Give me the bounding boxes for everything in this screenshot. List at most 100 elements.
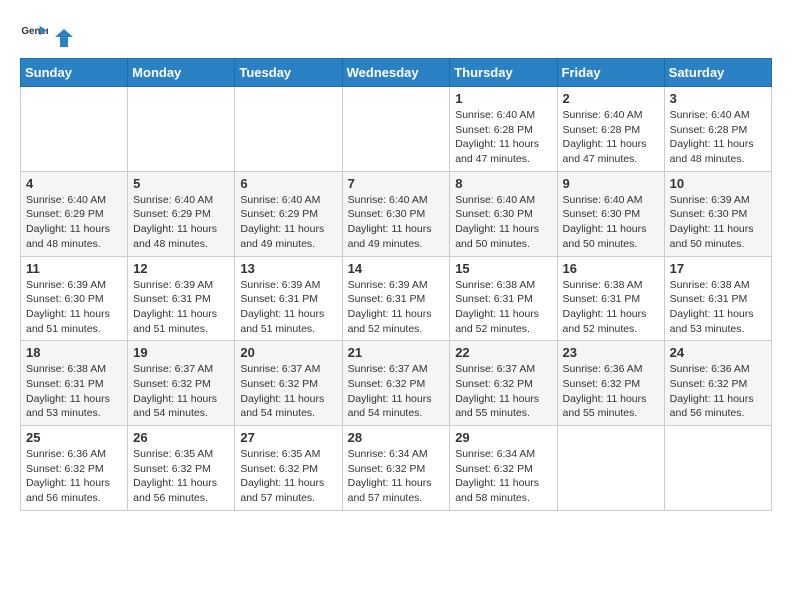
day-info: Sunrise: 6:39 AM Sunset: 6:30 PM Dayligh…: [26, 278, 122, 337]
calendar-cell: 6 Sunrise: 6:40 AM Sunset: 6:29 PM Daylig…: [235, 171, 342, 256]
day-info: Sunrise: 6:35 AM Sunset: 6:32 PM Dayligh…: [240, 447, 336, 506]
weekday-header-sunday: Sunday: [21, 59, 128, 87]
calendar-table: SundayMondayTuesdayWednesdayThursdayFrid…: [20, 58, 772, 511]
calendar-week-row: 18 Sunrise: 6:38 AM Sunset: 6:31 PM Dayli…: [21, 341, 772, 426]
day-info: Sunrise: 6:38 AM Sunset: 6:31 PM Dayligh…: [455, 278, 551, 337]
day-number: 3: [670, 91, 766, 106]
day-number: 16: [563, 261, 659, 276]
day-number: 1: [455, 91, 551, 106]
day-number: 20: [240, 345, 336, 360]
weekday-header-monday: Monday: [128, 59, 235, 87]
calendar-cell: 12Sunrise: 6:39 AM Sunset: 6:31 PM Dayli…: [128, 256, 235, 341]
day-info: Sunrise: 6:38 AM Sunset: 6:31 PM Dayligh…: [26, 362, 122, 421]
calendar-cell: 16 Sunrise: 6:38 AM Sunset: 6:31 PM Dayli…: [557, 256, 664, 341]
day-number: 11: [26, 261, 122, 276]
calendar-cell: 8 Sunrise: 6:40 AM Sunset: 6:30 PM Daylig…: [450, 171, 557, 256]
calendar-cell: 24 Sunrise: 6:36 AM Sunset: 6:32 PM Dayli…: [664, 341, 771, 426]
calendar-week-row: 1 Sunrise: 6:40 AM Sunset: 6:28 PM Daylig…: [21, 87, 772, 172]
day-number: 14: [348, 261, 445, 276]
day-info: Sunrise: 6:40 AM Sunset: 6:28 PM Dayligh…: [563, 108, 659, 167]
calendar-cell: 27 Sunrise: 6:35 AM Sunset: 6:32 PM Dayli…: [235, 426, 342, 511]
day-info: Sunrise: 6:37 AM Sunset: 6:32 PM Dayligh…: [455, 362, 551, 421]
day-number: 26: [133, 430, 229, 445]
calendar-cell: 18 Sunrise: 6:38 AM Sunset: 6:31 PM Dayli…: [21, 341, 128, 426]
logo: General: [20, 20, 76, 48]
page-header: General: [20, 20, 772, 48]
calendar-cell: 9 Sunrise: 6:40 AM Sunset: 6:30 PM Daylig…: [557, 171, 664, 256]
calendar-week-row: 25 Sunrise: 6:36 AM Sunset: 6:32 PM Dayli…: [21, 426, 772, 511]
day-number: 5: [133, 176, 229, 191]
day-number: 13: [240, 261, 336, 276]
day-number: 8: [455, 176, 551, 191]
day-info: Sunrise: 6:39 AM Sunset: 6:31 PM Dayligh…: [133, 278, 229, 337]
day-info: Sunrise: 6:34 AM Sunset: 6:32 PM Dayligh…: [455, 447, 551, 506]
calendar-cell: [342, 87, 450, 172]
day-info: Sunrise: 6:37 AM Sunset: 6:32 PM Dayligh…: [133, 362, 229, 421]
day-number: 6: [240, 176, 336, 191]
day-number: 18: [26, 345, 122, 360]
calendar-cell: [21, 87, 128, 172]
day-info: Sunrise: 6:40 AM Sunset: 6:30 PM Dayligh…: [563, 193, 659, 252]
day-info: Sunrise: 6:40 AM Sunset: 6:29 PM Dayligh…: [240, 193, 336, 252]
calendar-week-row: 11 Sunrise: 6:39 AM Sunset: 6:30 PM Dayli…: [21, 256, 772, 341]
calendar-cell: 11 Sunrise: 6:39 AM Sunset: 6:30 PM Dayli…: [21, 256, 128, 341]
calendar-cell: 10Sunrise: 6:39 AM Sunset: 6:30 PM Dayli…: [664, 171, 771, 256]
calendar-cell: 1 Sunrise: 6:40 AM Sunset: 6:28 PM Daylig…: [450, 87, 557, 172]
day-info: Sunrise: 6:39 AM Sunset: 6:30 PM Dayligh…: [670, 193, 766, 252]
day-info: Sunrise: 6:36 AM Sunset: 6:32 PM Dayligh…: [26, 447, 122, 506]
day-number: 17: [670, 261, 766, 276]
weekday-header-thursday: Thursday: [450, 59, 557, 87]
day-number: 4: [26, 176, 122, 191]
weekday-header-friday: Friday: [557, 59, 664, 87]
calendar-cell: 4Sunrise: 6:40 AM Sunset: 6:29 PM Daylig…: [21, 171, 128, 256]
day-number: 2: [563, 91, 659, 106]
day-number: 19: [133, 345, 229, 360]
calendar-cell: 20 Sunrise: 6:37 AM Sunset: 6:32 PM Dayli…: [235, 341, 342, 426]
day-number: 22: [455, 345, 551, 360]
calendar-cell: 15 Sunrise: 6:38 AM Sunset: 6:31 PM Dayli…: [450, 256, 557, 341]
day-number: 7: [348, 176, 445, 191]
day-info: Sunrise: 6:40 AM Sunset: 6:29 PM Dayligh…: [133, 193, 229, 252]
day-info: Sunrise: 6:39 AM Sunset: 6:31 PM Dayligh…: [240, 278, 336, 337]
day-number: 9: [563, 176, 659, 191]
calendar-cell: [128, 87, 235, 172]
day-info: Sunrise: 6:38 AM Sunset: 6:31 PM Dayligh…: [563, 278, 659, 337]
day-info: Sunrise: 6:40 AM Sunset: 6:28 PM Dayligh…: [670, 108, 766, 167]
day-info: Sunrise: 6:40 AM Sunset: 6:28 PM Dayligh…: [455, 108, 551, 167]
calendar-cell: 3 Sunrise: 6:40 AM Sunset: 6:28 PM Daylig…: [664, 87, 771, 172]
day-info: Sunrise: 6:39 AM Sunset: 6:31 PM Dayligh…: [348, 278, 445, 337]
calendar-cell: 21 Sunrise: 6:37 AM Sunset: 6:32 PM Dayli…: [342, 341, 450, 426]
day-info: Sunrise: 6:36 AM Sunset: 6:32 PM Dayligh…: [563, 362, 659, 421]
calendar-cell: 19 Sunrise: 6:37 AM Sunset: 6:32 PM Dayli…: [128, 341, 235, 426]
calendar-cell: 5 Sunrise: 6:40 AM Sunset: 6:29 PM Daylig…: [128, 171, 235, 256]
day-number: 23: [563, 345, 659, 360]
day-info: Sunrise: 6:36 AM Sunset: 6:32 PM Dayligh…: [670, 362, 766, 421]
day-number: 15: [455, 261, 551, 276]
calendar-cell: 7Sunrise: 6:40 AM Sunset: 6:30 PM Daylig…: [342, 171, 450, 256]
weekday-header-row: SundayMondayTuesdayWednesdayThursdayFrid…: [21, 59, 772, 87]
calendar-week-row: 4 Sunrise: 6:40 AM Sunset: 6:29 PM Daylig…: [21, 171, 772, 256]
calendar-cell: 2 Sunrise: 6:40 AM Sunset: 6:28 PM Daylig…: [557, 87, 664, 172]
calendar-cell: 13 Sunrise: 6:39 AM Sunset: 6:31 PM Dayli…: [235, 256, 342, 341]
day-number: 25: [26, 430, 122, 445]
calendar-cell: [557, 426, 664, 511]
day-number: 24: [670, 345, 766, 360]
weekday-header-tuesday: Tuesday: [235, 59, 342, 87]
calendar-cell: 23 Sunrise: 6:36 AM Sunset: 6:32 PM Dayli…: [557, 341, 664, 426]
calendar-cell: 17 Sunrise: 6:38 AM Sunset: 6:31 PM Dayli…: [664, 256, 771, 341]
day-number: 21: [348, 345, 445, 360]
day-info: Sunrise: 6:38 AM Sunset: 6:31 PM Dayligh…: [670, 278, 766, 337]
calendar-cell: 25 Sunrise: 6:36 AM Sunset: 6:32 PM Dayli…: [21, 426, 128, 511]
calendar-cell: 22 Sunrise: 6:37 AM Sunset: 6:32 PM Dayli…: [450, 341, 557, 426]
day-info: Sunrise: 6:37 AM Sunset: 6:32 PM Dayligh…: [348, 362, 445, 421]
logo-icon: General: [20, 20, 48, 48]
day-info: Sunrise: 6:34 AM Sunset: 6:32 PM Dayligh…: [348, 447, 445, 506]
calendar-cell: [235, 87, 342, 172]
logo-bird-icon: [53, 27, 75, 49]
calendar-cell: [664, 426, 771, 511]
day-number: 28: [348, 430, 445, 445]
day-info: Sunrise: 6:40 AM Sunset: 6:30 PM Dayligh…: [455, 193, 551, 252]
day-number: 27: [240, 430, 336, 445]
calendar-cell: 29Sunrise: 6:34 AM Sunset: 6:32 PM Dayli…: [450, 426, 557, 511]
day-info: Sunrise: 6:37 AM Sunset: 6:32 PM Dayligh…: [240, 362, 336, 421]
